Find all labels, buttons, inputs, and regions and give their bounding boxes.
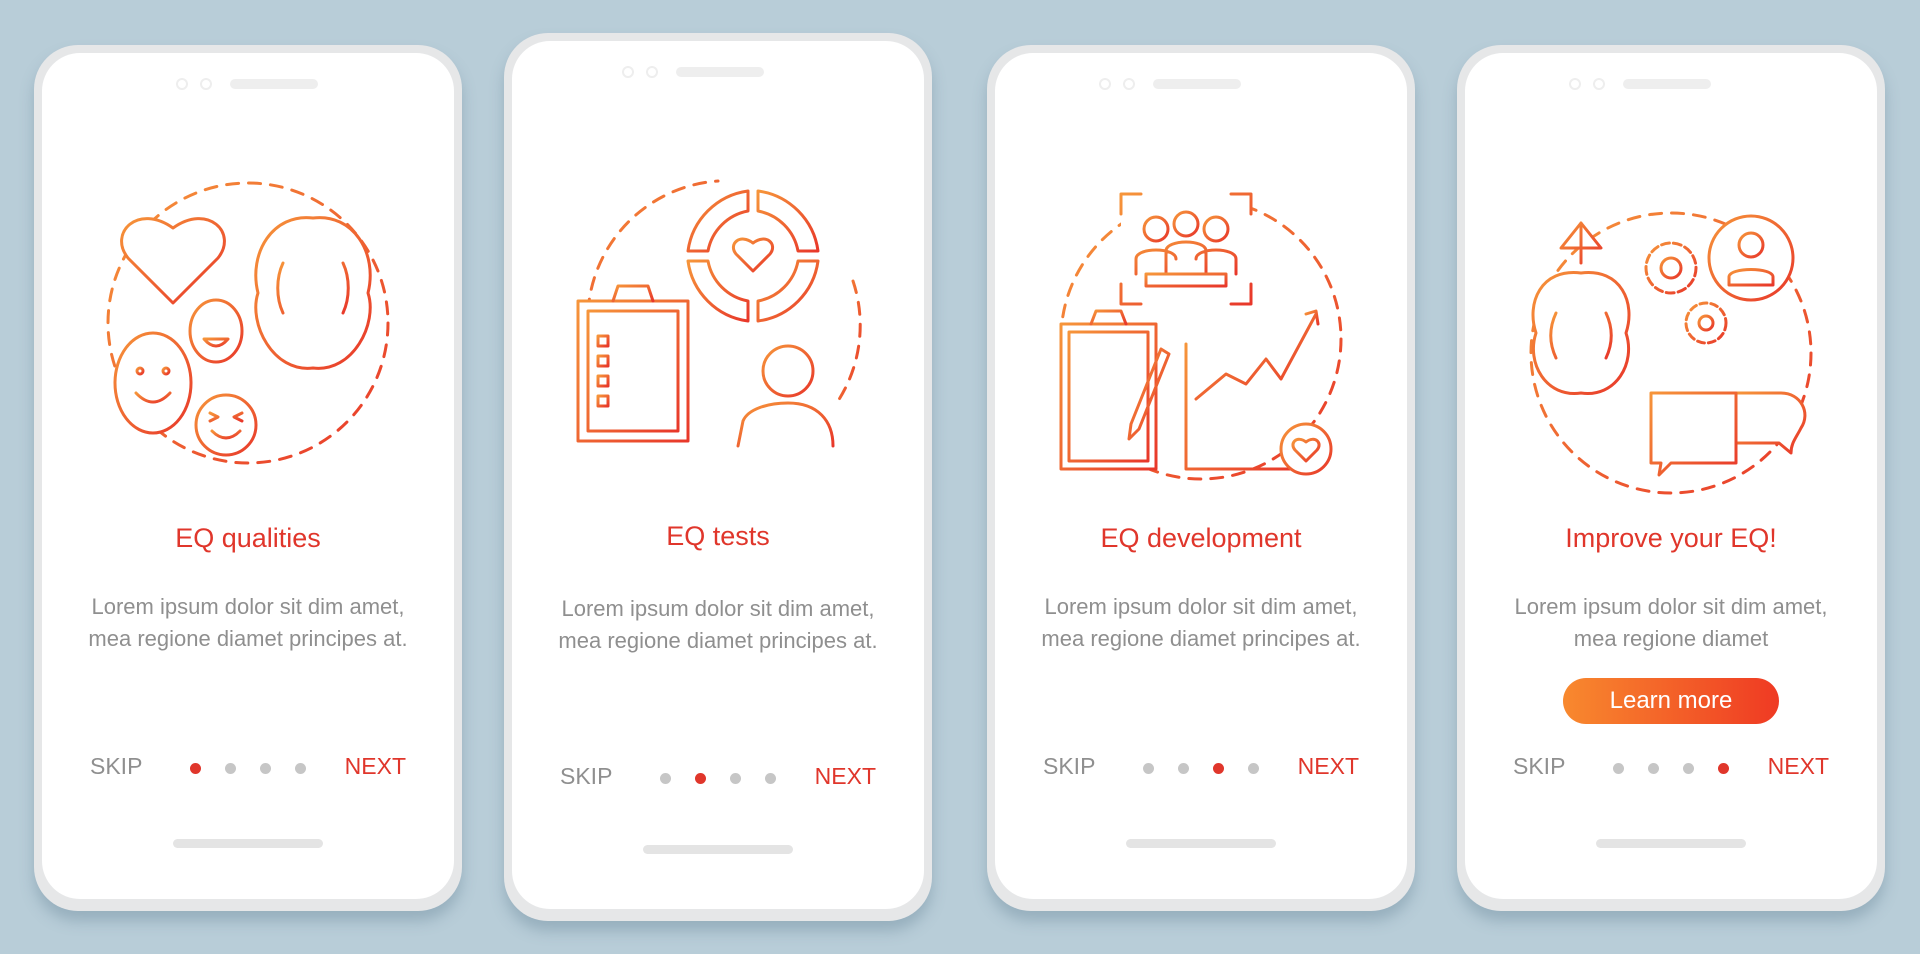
page-dot-3[interactable]: [1683, 763, 1694, 774]
eq-development-illustration: [1059, 192, 1343, 481]
improve-eq-illustration: [1529, 211, 1813, 495]
page-dot-1[interactable]: [1613, 763, 1624, 774]
camera-icon: [176, 78, 188, 90]
page-dot-3[interactable]: [730, 773, 741, 784]
camera-icon: [622, 66, 634, 78]
sensor-icon: [200, 78, 212, 90]
gauge-chart-icon: [686, 189, 820, 323]
screen-description: Lorem ipsum dolor sit dim amet, mea regi…: [1041, 594, 1361, 651]
page-dot-3[interactable]: [1213, 763, 1224, 774]
sensor-icon: [1123, 78, 1135, 90]
phone-notch: [512, 65, 924, 79]
screen-title: EQ tests: [666, 521, 770, 551]
speaker-grille: [1623, 79, 1711, 89]
page-dot-4[interactable]: [765, 773, 776, 784]
laughing-face-icon: [194, 393, 258, 457]
page-dot-1[interactable]: [660, 773, 671, 784]
brain-icon: [254, 216, 372, 370]
phone-screen: EQ qualities Lorem ipsum dolor sit dim a…: [42, 53, 454, 899]
eq-tests-illustration: [576, 179, 862, 458]
home-indicator[interactable]: [1126, 839, 1276, 848]
phone-notch: [1465, 77, 1877, 91]
page-dot-4[interactable]: [1718, 763, 1729, 774]
home-indicator[interactable]: [173, 839, 323, 848]
phone-screen: EQ development Lorem ipsum dolor sit dim…: [995, 53, 1407, 899]
onboarding-phone-3: EQ development Lorem ipsum dolor sit dim…: [987, 45, 1415, 911]
page-dot-2[interactable]: [1178, 763, 1189, 774]
speaker-grille: [676, 67, 764, 77]
gear-small-icon: [1684, 301, 1728, 345]
sensor-icon: [646, 66, 658, 78]
home-indicator[interactable]: [643, 845, 793, 854]
skip-button[interactable]: SKIP: [90, 753, 142, 780]
heart-badge-icon: [1279, 422, 1333, 476]
page-dot-1[interactable]: [1143, 763, 1154, 774]
screen-title: EQ development: [1100, 523, 1302, 553]
speaker-grille: [1153, 79, 1241, 89]
phone-screen: EQ tests Lorem ipsum dolor sit dim amet,…: [512, 41, 924, 909]
next-button[interactable]: NEXT: [345, 753, 406, 780]
speaker-grille: [230, 79, 318, 89]
next-button[interactable]: NEXT: [1768, 753, 1829, 780]
eq-qualities-illustration: [106, 181, 390, 465]
user-profile-icon: [1707, 214, 1795, 302]
screen-title: EQ qualities: [175, 523, 321, 553]
person-at-computer-icon: [691, 344, 850, 458]
chat-bubbles-icon: [1649, 391, 1807, 477]
skip-button[interactable]: SKIP: [1513, 753, 1565, 780]
page-dot-4[interactable]: [295, 763, 306, 774]
page-indicator: [1143, 763, 1259, 774]
phone-notch: [995, 77, 1407, 91]
onboarding-phone-1: EQ qualities Lorem ipsum dolor sit dim a…: [34, 45, 462, 911]
onboarding-phone-4: Improve your EQ! Lorem ipsum dolor sit d…: [1457, 45, 1885, 911]
page-dot-2[interactable]: [1648, 763, 1659, 774]
screen-description: Lorem ipsum dolor sit dim amet, mea regi…: [558, 596, 878, 653]
clipboard-checklist-icon: [576, 284, 690, 443]
page-dot-1[interactable]: [190, 763, 201, 774]
screen-title: Improve your EQ!: [1565, 523, 1777, 553]
sensor-icon: [1593, 78, 1605, 90]
camera-icon: [1099, 78, 1111, 90]
onboarding-nav: SKIP NEXT: [512, 763, 924, 793]
page-dot-4[interactable]: [1248, 763, 1259, 774]
onboarding-nav: SKIP NEXT: [1465, 753, 1877, 783]
phone-screen: Improve your EQ! Lorem ipsum dolor sit d…: [1465, 53, 1877, 899]
onboarding-nav: SKIP NEXT: [42, 753, 454, 783]
onboarding-phone-2: EQ tests Lorem ipsum dolor sit dim amet,…: [504, 33, 932, 921]
heart-icon: [731, 237, 775, 273]
learn-more-button[interactable]: Learn more: [1563, 678, 1779, 724]
phone-notch: [42, 77, 454, 91]
grinning-face-icon: [188, 298, 244, 364]
page-indicator: [660, 773, 776, 784]
team-meeting-icon: [1119, 192, 1253, 306]
gear-icon: [1644, 241, 1698, 295]
clipboard-pen-icon: [1059, 309, 1171, 471]
onboarding-nav: SKIP NEXT: [995, 753, 1407, 783]
next-button[interactable]: NEXT: [1298, 753, 1359, 780]
page-indicator: [190, 763, 306, 774]
screen-description: Lorem ipsum dolor sit dim amet, mea regi…: [1514, 594, 1828, 651]
skip-button[interactable]: SKIP: [560, 763, 612, 790]
home-indicator[interactable]: [1596, 839, 1746, 848]
skip-button[interactable]: SKIP: [1043, 753, 1095, 780]
page-dot-2[interactable]: [225, 763, 236, 774]
page-dot-2[interactable]: [695, 773, 706, 784]
page-dot-3[interactable]: [260, 763, 271, 774]
heart-icon: [120, 217, 226, 305]
camera-icon: [1569, 78, 1581, 90]
next-button[interactable]: NEXT: [815, 763, 876, 790]
smiling-face-icon: [113, 331, 193, 435]
screen-description: Lorem ipsum dolor sit dim amet, mea regi…: [88, 594, 408, 651]
page-indicator: [1613, 763, 1729, 774]
brain-arrow-icon: [1531, 221, 1631, 395]
